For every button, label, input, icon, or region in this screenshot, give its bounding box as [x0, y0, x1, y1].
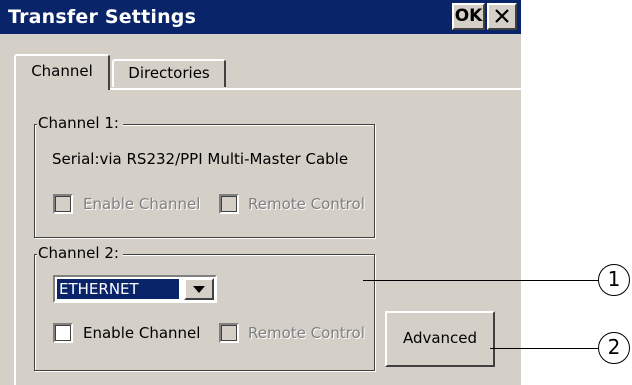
figure: Transfer Settings OK Channel Directories… — [0, 0, 632, 385]
close-icon — [495, 9, 509, 23]
transfer-settings-dialog: Transfer Settings OK Channel Directories… — [0, 0, 521, 385]
title-bar: Transfer Settings OK — [0, 0, 521, 34]
channel-tab-pane — [14, 88, 521, 385]
tab-channel[interactable]: Channel — [14, 54, 110, 90]
callout-1-marker: 1 — [598, 264, 630, 296]
dialog-title: Transfer Settings — [8, 6, 197, 28]
close-button[interactable] — [487, 3, 517, 30]
tab-directories[interactable]: Directories — [112, 59, 226, 87]
callout-2-marker: 2 — [598, 332, 630, 364]
ok-button[interactable]: OK — [452, 3, 485, 30]
